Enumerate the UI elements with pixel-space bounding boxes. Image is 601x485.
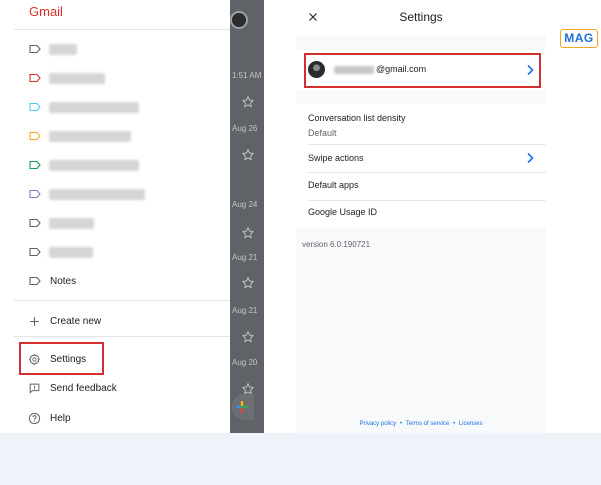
settings-header: Settings — [296, 0, 546, 36]
setting-value: Default — [308, 128, 337, 138]
blurred-label-name — [49, 44, 77, 55]
drawer-label-item[interactable] — [0, 123, 230, 152]
drawer-item-create-new[interactable]: Create new — [0, 307, 230, 336]
footer-separator: • — [453, 421, 456, 427]
star-icon[interactable] — [241, 95, 255, 109]
inbox-list-behind-scrim: 1:51 AM Aug 26 Aug 24 Aug 21 Aug 21 Aug … — [230, 0, 264, 433]
star-icon[interactable] — [241, 148, 255, 162]
gmail-logo: Gmail — [29, 4, 63, 19]
bottom-background-band — [0, 433, 601, 485]
help-icon — [28, 412, 41, 425]
setting-conversation-density[interactable]: Conversation list density Default — [296, 104, 546, 144]
settings-list: Conversation list density Default Swipe … — [296, 104, 546, 228]
inbox-date: Aug 20 — [232, 358, 258, 367]
setting-label: Default apps — [308, 180, 359, 190]
account-avatar[interactable] — [230, 11, 248, 29]
setting-swipe-actions[interactable]: Swipe actions — [296, 145, 546, 172]
label-tag-icon — [29, 160, 41, 170]
label-tag-icon — [29, 73, 41, 83]
setting-label: Google Usage ID — [308, 207, 378, 217]
drawer-label-item[interactable] — [0, 152, 230, 181]
drawer-label-item[interactable] — [0, 36, 230, 65]
chevron-right-icon — [527, 152, 534, 164]
settings-highlight-box — [19, 342, 104, 375]
inbox-date: Aug 21 — [232, 306, 258, 315]
label-tag-icon — [29, 131, 41, 141]
blurred-label-name — [49, 218, 94, 229]
drawer-item-notes[interactable]: Notes — [0, 268, 230, 297]
plus-icon — [30, 317, 39, 326]
star-icon[interactable] — [241, 276, 255, 290]
blurred-label-name — [49, 102, 139, 113]
compose-fab[interactable] — [232, 394, 254, 420]
terms-of-service-link[interactable]: Terms of service — [406, 421, 450, 427]
label-tag-icon — [29, 276, 41, 286]
inbox-date: 1:51 AM — [232, 71, 262, 80]
footer-links: Privacy policy • Terms of service • Lice… — [296, 421, 546, 427]
footer-separator: • — [399, 421, 402, 427]
account-highlight-box — [304, 53, 541, 88]
label-tag-icon — [29, 189, 41, 199]
blurred-label-name — [49, 131, 131, 142]
label-tag-icon — [29, 247, 41, 257]
blurred-label-name — [49, 189, 145, 200]
compose-plus-icon — [236, 401, 248, 413]
drawer-divider — [14, 300, 230, 301]
drawer-divider — [14, 29, 230, 30]
licenses-link[interactable]: Licenses — [459, 421, 483, 427]
blurred-label-name — [49, 73, 105, 84]
setting-google-usage-id[interactable]: Google Usage ID — [296, 201, 546, 228]
drawer-item-help[interactable]: Help — [0, 404, 230, 433]
inbox-date: Aug 21 — [232, 253, 258, 262]
drawer-item-label: Create new — [50, 316, 102, 327]
drawer-item-label: Send feedback — [50, 383, 117, 394]
gmail-drawer-screen: 1:51 AM Aug 26 Aug 24 Aug 21 Aug 21 Aug … — [0, 0, 264, 433]
setting-label: Swipe actions — [308, 153, 364, 163]
label-tag-icon — [29, 218, 41, 228]
drawer-label-item[interactable] — [0, 181, 230, 210]
inbox-date: Aug 24 — [232, 200, 258, 209]
drawer-label-item[interactable] — [0, 65, 230, 94]
label-tag-icon — [29, 102, 41, 112]
page-title: Settings — [399, 10, 443, 24]
label-tag-icon — [29, 44, 41, 54]
app-version: version 6.0.190721 — [302, 240, 371, 249]
star-icon[interactable] — [241, 226, 255, 240]
blurred-label-name — [49, 247, 93, 258]
setting-label: Conversation list density — [308, 113, 406, 123]
blurred-label-name — [49, 160, 139, 171]
navigation-drawer: Gmail Notes Create new Settings Send fee… — [0, 0, 230, 433]
feedback-icon — [29, 383, 40, 394]
star-icon[interactable] — [241, 330, 255, 344]
drawer-label-item[interactable] — [0, 239, 230, 268]
privacy-policy-link[interactable]: Privacy policy — [360, 421, 397, 427]
drawer-divider — [14, 336, 230, 337]
setting-default-apps[interactable]: Default apps — [296, 173, 546, 200]
drawer-label-item[interactable] — [0, 210, 230, 239]
inbox-date: Aug 26 — [232, 124, 258, 133]
drawer-item-label: Help — [50, 413, 71, 424]
mag-watermark-logo: MAG — [560, 29, 598, 48]
drawer-item-label: Notes — [50, 276, 77, 287]
drawer-label-item[interactable] — [0, 94, 230, 123]
drawer-item-send-feedback[interactable]: Send feedback — [0, 375, 230, 404]
